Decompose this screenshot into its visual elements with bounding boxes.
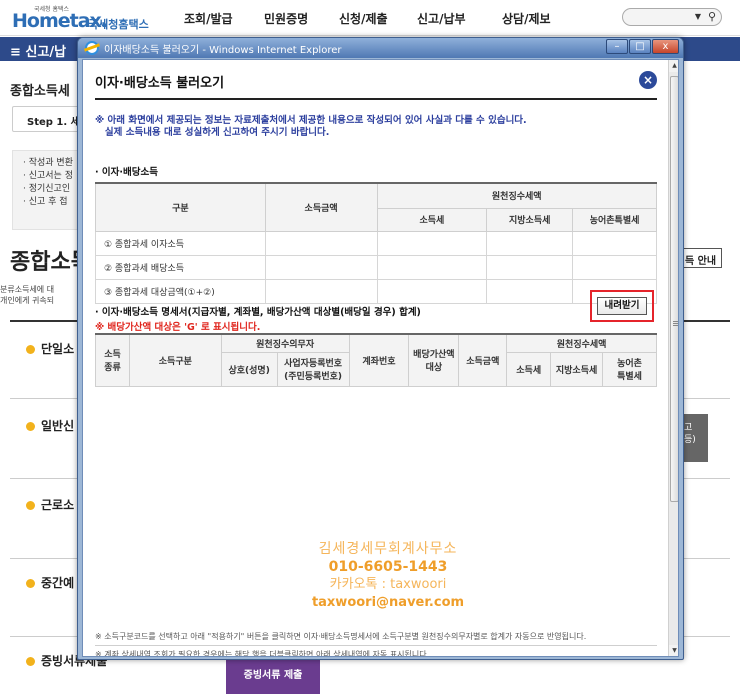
title-divider: [95, 98, 657, 100]
top-navigation: 국세청 홈택스 Hometax. 국세청홈택스 조회/발급 민원증명 신청/제출…: [0, 0, 740, 36]
bullet-icon: [26, 422, 35, 431]
column-header: 소득금액: [458, 333, 508, 387]
dividend-note: ※ 배당가산액 대상은 'G' 로 표시됩니다.: [95, 322, 261, 333]
row-label: ③ 종합과세 대상금액(①+②): [95, 278, 266, 304]
column-header: 소득금액: [264, 182, 378, 232]
ie-popup-window: 이자배당소득 불러오기 - Windows Internet Explorer …: [77, 37, 684, 660]
section-label-interest-dividend: · 이자·배당소득: [95, 167, 158, 178]
search-icon[interactable]: ⚲: [708, 10, 716, 23]
income-guide-button[interactable]: 득 안내: [680, 248, 722, 268]
table-cell: [572, 230, 657, 256]
column-header: 소득 종류: [95, 333, 130, 387]
nav-civil-certificate[interactable]: 민원증명: [264, 10, 308, 27]
column-header: 원천징수의무자: [220, 333, 350, 353]
section-label: 중간예: [41, 576, 75, 590]
popup-title: 이자·배당소득 불러오기: [95, 76, 225, 91]
popup-content: 이자·배당소득 불러오기 × ※ 아래 화면에서 제공되는 정보는 자료제출처에…: [82, 59, 679, 657]
notice-line: ※ 아래 화면에서 제공되는 정보는 자료제출처에서 제공한 내용으로 작성되어…: [95, 115, 527, 126]
bullet-icon: [26, 501, 35, 510]
logo-subtitle: 국세청홈택스: [88, 18, 149, 31]
scroll-thumb[interactable]: [670, 76, 678, 502]
section-label: 일반신: [41, 419, 75, 433]
column-header: 소득세: [506, 351, 552, 387]
watermark-line: taxwoori@naver.com: [311, 595, 465, 610]
window-close-button[interactable]: x: [652, 39, 679, 54]
table-cell: [376, 230, 488, 256]
table-cell: [486, 230, 574, 256]
scroll-down-arrow[interactable]: ▼: [669, 645, 678, 656]
grip-icon: [673, 321, 678, 322]
nav-apply-submit[interactable]: 신청/제출: [339, 10, 388, 27]
notice-line: 실제 소득내용 대로 성실하게 신고하여 주시기 바랍니다.: [95, 127, 330, 138]
nav-inquiry-issue[interactable]: 조회/발급: [184, 10, 233, 27]
hometax-logo[interactable]: 국세청 홈택스 Hometax. 국세청홈택스: [12, 4, 162, 32]
notice-text: ※ 아래 화면에서 제공되는 정보는 자료제출처에서 제공한 내용으로 작성되어…: [95, 115, 655, 139]
section-label: 단일소: [41, 342, 75, 356]
column-header: 농어촌 특별세: [602, 351, 657, 387]
chevron-down-icon[interactable]: ▼: [695, 12, 701, 21]
column-header: 계좌번호: [348, 333, 410, 387]
internet-explorer-icon: [85, 41, 99, 55]
nav-consult-report[interactable]: 상담/제보: [502, 10, 551, 27]
side-action-button[interactable]: 고 등): [680, 414, 708, 462]
evidence-submit-button[interactable]: 증빙서류 제출: [226, 654, 320, 694]
download-button[interactable]: 내려받기: [597, 297, 647, 315]
watermark-line: 카카오톡 : taxwoori: [329, 577, 447, 592]
column-header: 소득세: [376, 207, 488, 232]
scroll-up-arrow[interactable]: ▲: [669, 60, 678, 72]
close-icon[interactable]: ×: [639, 71, 657, 89]
interest-dividend-detail-table: 소득 종류 소득구분 원천징수의무자 계좌번호 배당가산액 대상 소득금액 원천…: [95, 333, 657, 387]
vertical-scrollbar[interactable]: ▲ ▼: [668, 60, 678, 656]
menu-bar-title[interactable]: ≡ 신고/납: [10, 41, 66, 60]
minimize-button[interactable]: –: [606, 39, 628, 54]
watermark-line: 김세경세무회계사무소: [318, 541, 458, 557]
column-header: 소득구분: [128, 333, 222, 387]
column-header: 상호(성명): [220, 351, 278, 387]
table-cell: [264, 230, 378, 256]
table-cell: [376, 254, 488, 280]
bullet-icon: [26, 345, 35, 354]
table-cell: [572, 254, 657, 280]
column-header: 구분: [95, 182, 266, 232]
column-header: 농어촌특별세: [572, 207, 657, 232]
window-titlebar[interactable]: 이자배당소득 불러오기 - Windows Internet Explorer …: [78, 38, 683, 58]
column-header: 지방소득세: [486, 207, 574, 232]
table-cell: [486, 278, 574, 304]
footer-note: ※ 계좌 상세내역 조회가 필요한 경우에는 해당 행을 더블클릭하면 아래 상…: [95, 650, 430, 657]
column-header: 배당가산액 대상: [408, 333, 460, 387]
column-header: 원천징수세액: [376, 182, 657, 209]
column-header: 지방소득세: [550, 351, 604, 387]
interest-dividend-summary-table: 구분 소득금액 원천징수세액 소득세 지방소득세 농어촌특별세 ① 종합과세 이…: [95, 182, 657, 304]
section-label-statement: · 이자·배당소득 명세서(지급자별, 계좌별, 배당가산액 대상별(배당일 경…: [95, 307, 421, 318]
search-input[interactable]: ▼ ⚲: [622, 8, 722, 26]
column-header: 사업자등록번호 (주민등록번호): [276, 351, 350, 387]
window-title: 이자배당소득 불러오기 - Windows Internet Explorer: [104, 45, 342, 56]
row-label: ② 종합과세 배당소득: [95, 254, 266, 280]
table-row[interactable]: ① 종합과세 이자소득: [95, 230, 657, 256]
bullet-icon: [26, 657, 35, 666]
table-cell: [376, 278, 488, 304]
watermark: 김세경세무회계사무소 010-6605-1443 카카오톡 : taxwoori…: [283, 540, 493, 612]
section-labor[interactable]: 근로소: [26, 496, 74, 513]
row-label: ① 종합과세 이자소득: [95, 230, 266, 256]
table-row[interactable]: ③ 종합과세 대상금액(①+②): [95, 278, 657, 304]
column-header: 원천징수세액: [506, 333, 657, 353]
section-general[interactable]: 일반신: [26, 417, 74, 434]
section-single[interactable]: 단일소: [26, 340, 74, 357]
section-label: 근로소: [41, 498, 75, 512]
nav-report-payment[interactable]: 신고/납부: [417, 10, 466, 27]
table-cell: [264, 254, 378, 280]
watermark-line: 010-6605-1443: [328, 559, 448, 575]
section-interim[interactable]: 중간예: [26, 574, 74, 591]
maximize-button[interactable]: □: [629, 39, 651, 54]
table-row[interactable]: ② 종합과세 배당소득: [95, 254, 657, 280]
page-title: 종합소득세: [10, 84, 70, 99]
footer-note: ※ 소득구분코드를 선택하고 아래 "적용하기" 버튼을 클릭하면 이자·배당소…: [95, 632, 587, 641]
table-cell: [264, 278, 378, 304]
table-cell: [486, 254, 574, 280]
bullet-icon: [26, 579, 35, 588]
footer-divider: [95, 645, 657, 646]
